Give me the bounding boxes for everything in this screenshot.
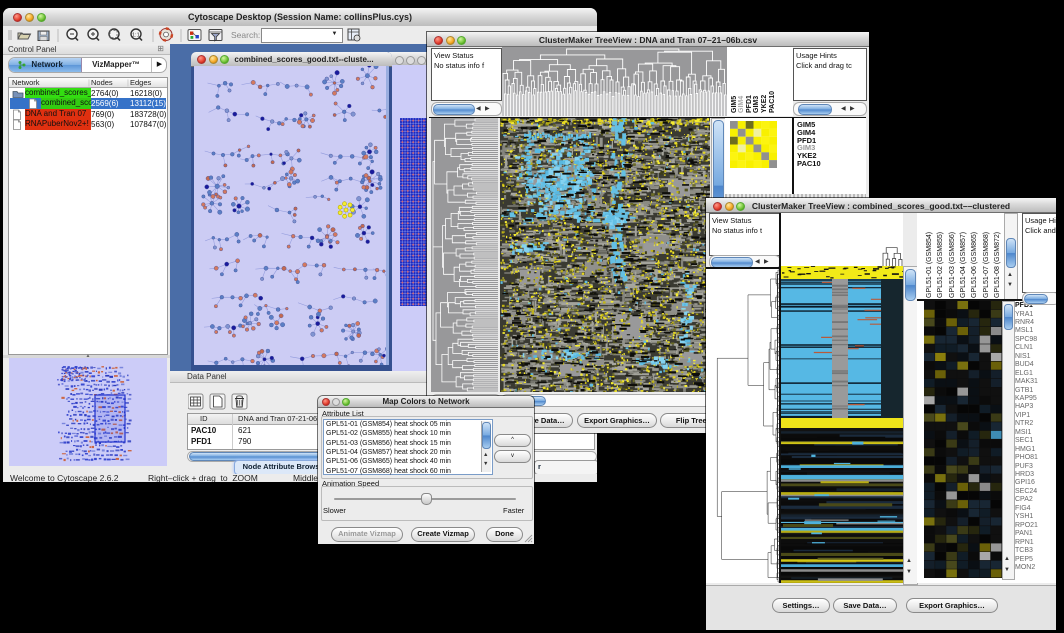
svg-text:1:1: 1:1 bbox=[132, 33, 140, 39]
